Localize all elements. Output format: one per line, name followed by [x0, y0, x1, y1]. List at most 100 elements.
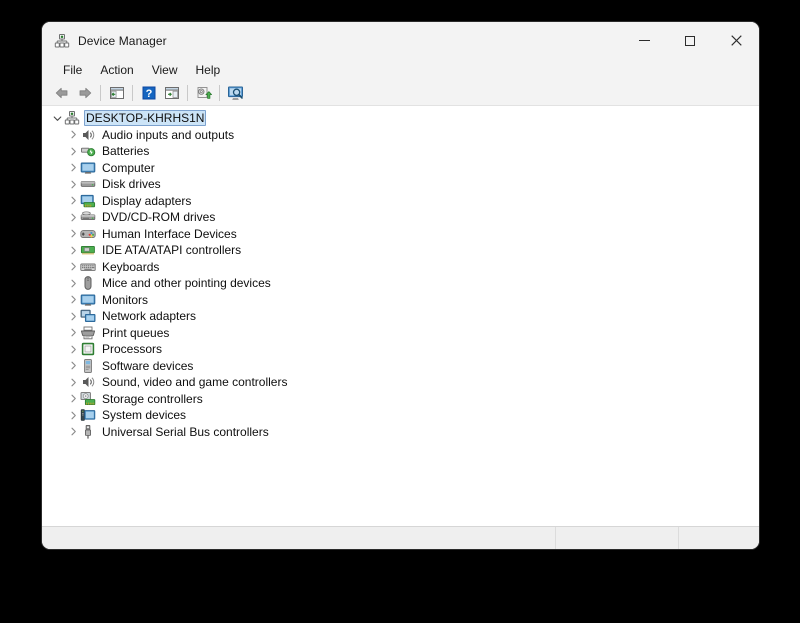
device-tree-pane[interactable]: DESKTOP-KHRHS1N Audio inputs and outputs — [42, 106, 759, 526]
toolbar: ? — [42, 81, 759, 106]
menu-action[interactable]: Action — [91, 62, 142, 79]
chevron-right-icon[interactable] — [66, 309, 80, 323]
chevron-right-icon[interactable] — [66, 260, 80, 274]
menu-view[interactable]: View — [143, 62, 187, 79]
chevron-right-icon[interactable] — [66, 243, 80, 257]
close-button[interactable] — [713, 22, 759, 59]
chevron-right-icon[interactable] — [66, 227, 80, 241]
battery-icon — [81, 147, 96, 157]
chevron-right-icon[interactable] — [66, 375, 80, 389]
scan-hardware-changes-button[interactable] — [224, 82, 247, 104]
toolbar-separator — [219, 85, 220, 101]
tree-node-mice-and-other-pointing-devices[interactable]: Mice and other pointing devices — [42, 275, 759, 292]
tree-node-network-adapters[interactable]: Network adapters — [42, 308, 759, 325]
back-button[interactable] — [50, 82, 73, 104]
chevron-right-icon[interactable] — [66, 408, 80, 422]
tree-node-label: Mice and other pointing devices — [102, 276, 271, 291]
forward-button[interactable] — [73, 82, 96, 104]
optical-drive-icon — [80, 211, 96, 221]
forward-arrow-icon — [79, 87, 91, 99]
computer-node-icon — [64, 111, 80, 125]
tree-node-storage-controllers[interactable]: Storage controllers — [42, 391, 759, 408]
tree-node-ide-ata-atapi-controllers[interactable]: IDE ATA/ATAPI controllers — [42, 242, 759, 259]
status-bar — [42, 526, 759, 549]
tree-node-monitors[interactable]: Monitors — [42, 292, 759, 309]
tree-node-label: DVD/CD-ROM drives — [102, 210, 216, 225]
disk-drive-icon — [80, 181, 96, 188]
back-arrow-icon — [55, 87, 67, 99]
title-bar: Device Manager — [42, 22, 759, 59]
tree-node-print-queues[interactable]: Print queues — [42, 325, 759, 342]
chevron-right-icon[interactable] — [66, 210, 80, 224]
tree-node-system-devices[interactable]: System devices — [42, 407, 759, 424]
chevron-right-icon[interactable] — [66, 425, 80, 439]
processor-icon — [81, 343, 95, 356]
chevron-down-icon[interactable] — [50, 111, 64, 125]
tree-node-computer[interactable]: Computer — [42, 160, 759, 177]
tree-node-root-label: DESKTOP-KHRHS1N — [84, 110, 207, 127]
toolbar-separator — [132, 85, 133, 101]
chevron-right-icon[interactable] — [66, 326, 80, 340]
chevron-right-icon[interactable] — [66, 359, 80, 373]
console-tree-icon — [109, 87, 124, 99]
caption-button-group — [621, 22, 759, 59]
storage-controller-icon — [80, 391, 96, 405]
chevron-right-icon[interactable] — [66, 342, 80, 356]
toolbar-separator — [187, 85, 188, 101]
tree-node-processors[interactable]: Processors — [42, 341, 759, 358]
properties-button[interactable] — [160, 82, 183, 104]
printer-icon — [80, 326, 96, 339]
properties-window-icon — [164, 87, 179, 99]
tree-node-label: Human Interface Devices — [102, 226, 237, 241]
tree-node-label: Network adapters — [102, 309, 197, 324]
maximize-button[interactable] — [667, 22, 713, 59]
chevron-right-icon[interactable] — [66, 177, 80, 191]
tree-node-label: Monitors — [102, 292, 149, 307]
tree-node-disk-drives[interactable]: Disk drives — [42, 176, 759, 193]
mouse-icon — [84, 276, 92, 291]
chevron-right-icon[interactable] — [66, 144, 80, 158]
tree-node-keyboards[interactable]: Keyboards — [42, 259, 759, 276]
scan-monitor-icon — [227, 86, 243, 100]
tree-node-sound-video-and-game-controllers[interactable]: Sound, video and game controllers — [42, 374, 759, 391]
chevron-right-icon[interactable] — [66, 276, 80, 290]
device-manager-window: Device Manager File Action View Help ? D… — [42, 22, 759, 549]
display-adapter-icon — [80, 194, 96, 208]
hid-icon — [80, 229, 96, 238]
chevron-right-icon[interactable] — [66, 293, 80, 307]
monitor-icon — [80, 162, 96, 174]
chevron-right-icon[interactable] — [66, 392, 80, 406]
update-driver-button[interactable] — [192, 82, 215, 104]
tree-node-dvd-cd-rom-drives[interactable]: DVD/CD-ROM drives — [42, 209, 759, 226]
device-tree: DESKTOP-KHRHS1N Audio inputs and outputs — [42, 110, 759, 440]
tree-node-label: Audio inputs and outputs — [102, 127, 235, 142]
chevron-right-icon[interactable] — [66, 194, 80, 208]
tree-node-label: Processors — [102, 342, 163, 357]
svg-text:?: ? — [145, 88, 152, 100]
device-manager-icon — [54, 33, 70, 47]
tree-node-human-interface-devices[interactable]: Human Interface Devices — [42, 226, 759, 243]
tree-node-software-devices[interactable]: Software devices — [42, 358, 759, 375]
network-adapter-icon — [80, 310, 96, 323]
close-icon — [730, 35, 742, 46]
tree-node-audio-inputs-and-outputs[interactable]: Audio inputs and outputs — [42, 127, 759, 144]
tree-node-label: Universal Serial Bus controllers — [102, 424, 269, 439]
tree-node-universal-serial-bus-controllers[interactable]: Universal Serial Bus controllers — [42, 424, 759, 441]
status-pane-secondary — [556, 527, 679, 549]
help-button[interactable]: ? — [137, 82, 160, 104]
tree-node-label: Disk drives — [102, 177, 161, 192]
minimize-button[interactable] — [621, 22, 667, 59]
monitor-icon — [80, 294, 96, 306]
tree-node-root[interactable]: DESKTOP-KHRHS1N — [42, 110, 759, 127]
chevron-right-icon[interactable] — [66, 161, 80, 175]
chevron-right-icon[interactable] — [66, 128, 80, 142]
menu-help[interactable]: Help — [187, 62, 230, 79]
menu-file[interactable]: File — [54, 62, 91, 79]
tree-node-label: Display adapters — [102, 193, 192, 208]
update-driver-icon — [197, 87, 212, 99]
tree-node-label: Storage controllers — [102, 391, 203, 406]
status-pane-message — [42, 527, 556, 549]
show-hide-console-tree-button[interactable] — [105, 82, 128, 104]
tree-node-batteries[interactable]: Batteries — [42, 143, 759, 160]
tree-node-display-adapters[interactable]: Display adapters — [42, 193, 759, 210]
